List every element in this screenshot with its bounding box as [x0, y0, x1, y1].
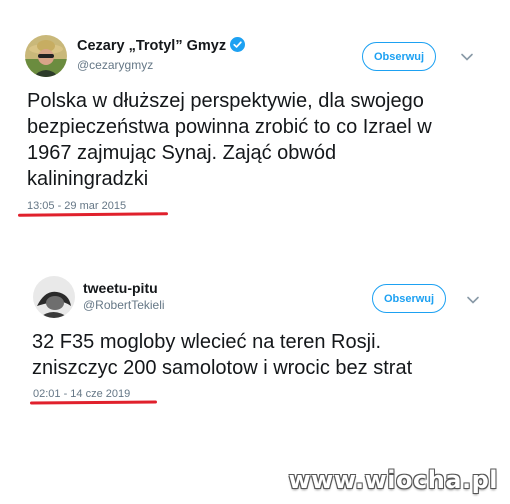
- tweet-timestamp[interactable]: 02:01 - 14 cze 2019: [33, 388, 130, 400]
- display-name-text: tweetu-pitu: [83, 280, 158, 296]
- follow-button[interactable]: Obserwuj: [372, 284, 446, 313]
- red-underline-annotation: [17, 212, 169, 217]
- chevron-down-icon[interactable]: [460, 52, 474, 62]
- display-name[interactable]: Cezary „Trotyl” Gmyz: [77, 37, 246, 54]
- display-name[interactable]: tweetu-pitu: [83, 280, 158, 296]
- follow-button[interactable]: Obserwuj: [362, 42, 436, 71]
- tweet-text: 32 F35 mogloby wlecieć na teren Rosji. z…: [32, 331, 413, 379]
- avatar[interactable]: [25, 35, 67, 77]
- verified-badge-icon: [230, 37, 246, 52]
- tweet-timestamp[interactable]: 13:05 - 29 mar 2015: [27, 200, 126, 212]
- tweet-card: Cezary „Trotyl” Gmyz @cezarygmyz Obserwu…: [0, 0, 510, 240]
- display-name-text: Cezary „Trotyl” Gmyz: [77, 38, 227, 54]
- avatar-image: [25, 35, 67, 77]
- tweet-card: tweetu-pitu @RobertTekieli Obserwuj 32 F…: [0, 258, 510, 438]
- chevron-down-icon[interactable]: [466, 295, 480, 305]
- user-handle[interactable]: @RobertTekieli: [83, 298, 165, 312]
- tweet-text: Polska w dłuższej perspektywie, dla swoj…: [27, 90, 432, 190]
- user-handle[interactable]: @cezarygmyz: [77, 58, 153, 72]
- red-underline-annotation: [29, 400, 158, 405]
- avatar-image: [33, 276, 75, 318]
- site-watermark: www.wiocha.pl: [288, 466, 498, 494]
- avatar[interactable]: [33, 276, 75, 318]
